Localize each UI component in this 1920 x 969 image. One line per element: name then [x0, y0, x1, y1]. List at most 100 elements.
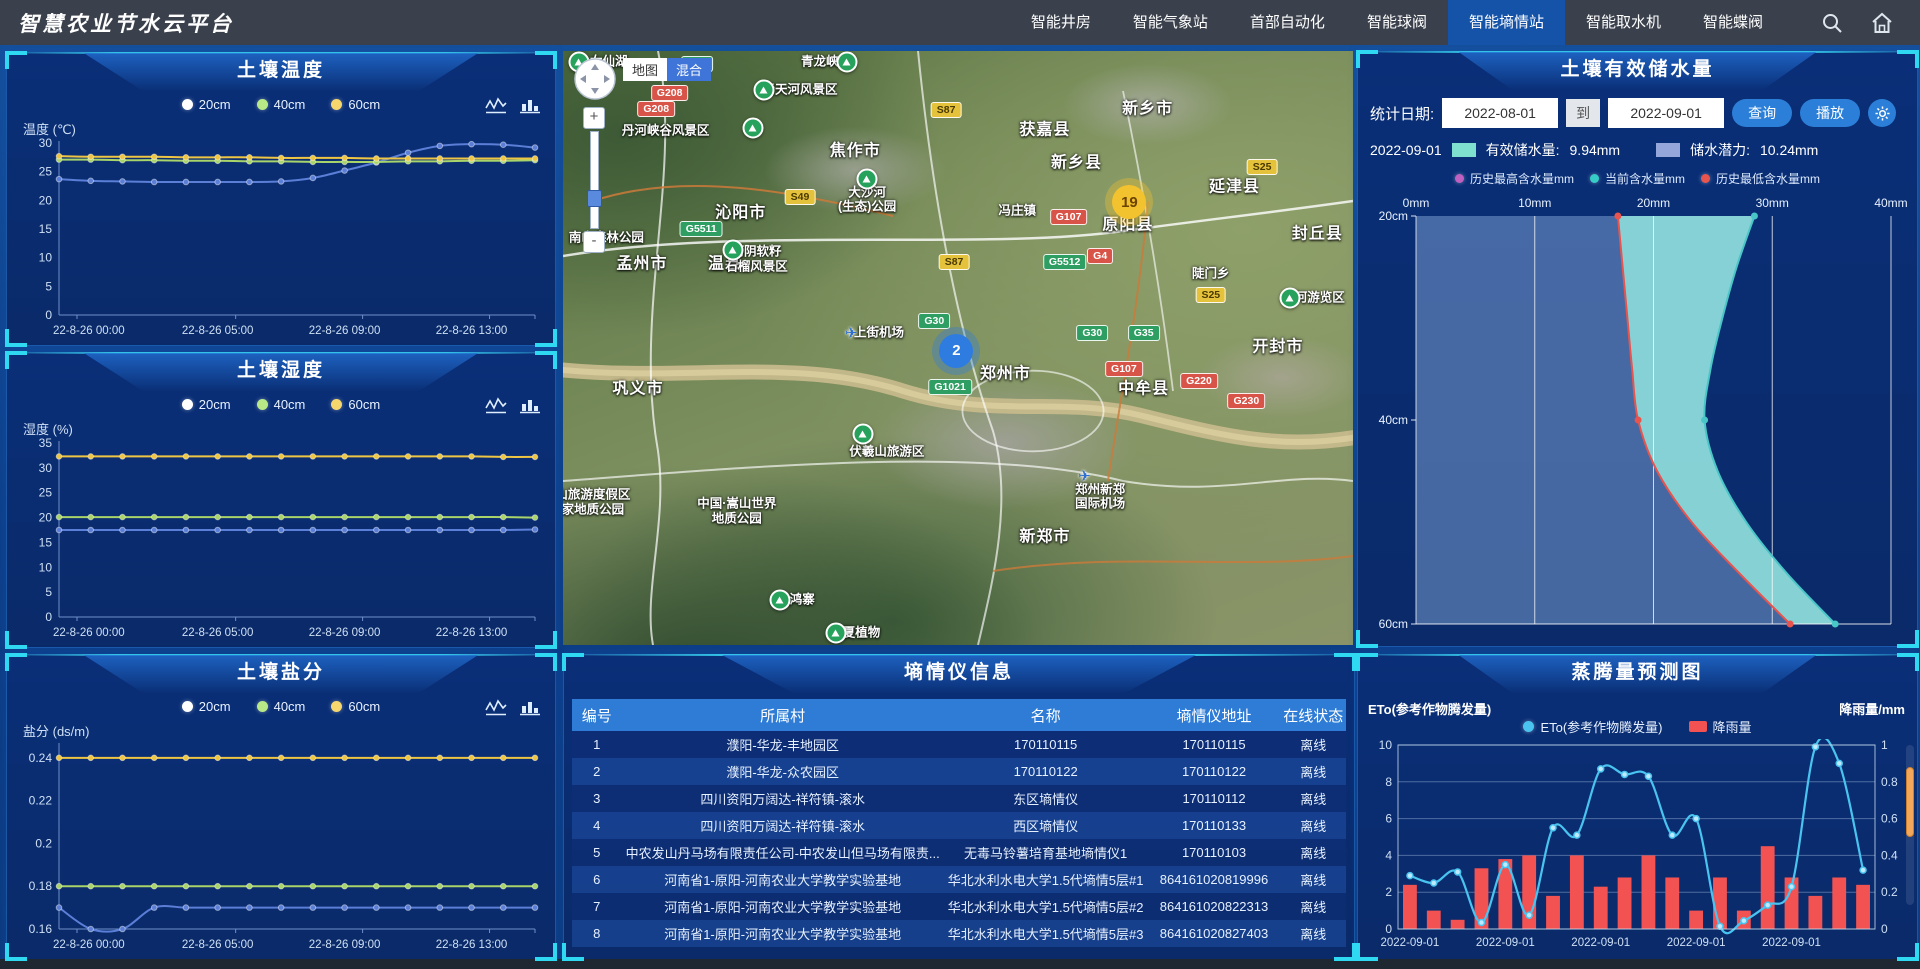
bar-chart-toggle-icon[interactable]	[519, 397, 541, 414]
eto-legend: ETo(参考作物腾发量) 降雨量	[1358, 717, 1917, 736]
svg-text:22-8-26 09:00: 22-8-26 09:00	[309, 627, 381, 639]
zoom-slider-track[interactable]	[590, 131, 599, 229]
play-button[interactable]: 播放	[1800, 99, 1860, 127]
line-chart-toggle-icon[interactable]	[485, 97, 507, 114]
legend-item-历史最低含水量mm[interactable]: 历史最低含水量mm	[1701, 170, 1820, 187]
station-map[interactable]: + - 地图 混合 焦作市新乡市沁阳市孟州市温县郑州市开封市新乡县延津县封丘县原…	[563, 51, 1353, 645]
legend-label: 20cm	[199, 397, 231, 412]
zoom-out-button[interactable]: -	[583, 231, 605, 253]
legend-item-历史最高含水量mm[interactable]: 历史最高含水量mm	[1455, 170, 1574, 187]
table-cell: 3	[572, 785, 622, 812]
legend-item-60cm[interactable]: 60cm	[331, 699, 380, 714]
stats-date: 2022-09-01	[1370, 142, 1442, 158]
soil-moisture-panel: 土壤湿度 20cm 40cm 60cm 湿度 (%) 051015202530352…	[6, 352, 556, 648]
y-axis-unit: 湿度 (%)	[23, 419, 73, 438]
svg-text:0.16: 0.16	[29, 922, 53, 936]
line-chart-toggle-icon[interactable]	[485, 397, 507, 414]
settings-button[interactable]	[1868, 99, 1896, 127]
nav-item-6[interactable]: 智能取水机	[1565, 0, 1682, 45]
svg-text:0.8: 0.8	[1881, 775, 1898, 789]
road-badge-G208: G208	[637, 101, 675, 117]
table-cell: 四川资阳万阔达-祥符镇-滚水	[622, 785, 944, 812]
table-cell: 离线	[1281, 866, 1346, 893]
map-pan-control[interactable]	[573, 57, 617, 101]
road-badge-S87: S87	[931, 102, 962, 118]
scenic-poi-marker[interactable]	[837, 51, 858, 72]
nav-item-2[interactable]: 智能气象站	[1112, 0, 1229, 45]
table-cell: 濮阳-华龙-丰地园区	[622, 731, 944, 758]
road-badge-G5512: G5512	[1043, 254, 1087, 270]
legend-item-60cm[interactable]: 60cm	[331, 97, 380, 112]
svg-text:8: 8	[1385, 775, 1392, 789]
topbar-icons	[1820, 11, 1894, 35]
scenic-poi-marker[interactable]	[770, 590, 791, 611]
moisture-legend: 20cm 40cm 60cm	[7, 397, 555, 412]
map-type-hybrid-button[interactable]: 混合	[667, 58, 711, 81]
nav-item-7[interactable]: 智能蝶阀	[1682, 0, 1784, 45]
storage-potential-label: 储水潜力:	[1690, 140, 1750, 160]
legend-item-40cm[interactable]: 40cm	[257, 699, 306, 714]
panel-header: 土壤有效储水量	[1459, 52, 1817, 90]
map-label-沁阳市: 沁阳市	[715, 205, 766, 224]
search-icon[interactable]	[1820, 11, 1844, 35]
query-button[interactable]: 查询	[1732, 99, 1792, 127]
station-cluster-2[interactable]: 2	[939, 334, 973, 368]
nav-item-5[interactable]: 智能墒情站	[1448, 0, 1565, 45]
end-date-input[interactable]	[1608, 98, 1724, 128]
scenic-poi-marker[interactable]	[722, 239, 743, 260]
line-chart-toggle-icon[interactable]	[485, 699, 507, 716]
zoom-in-button[interactable]: +	[583, 107, 605, 129]
map-label-中牟县: 中牟县	[1118, 380, 1169, 399]
bar-chart-toggle-icon[interactable]	[519, 699, 541, 716]
svg-text:22-8-26 13:00: 22-8-26 13:00	[436, 939, 508, 951]
svg-text:15: 15	[39, 222, 53, 236]
svg-text:10: 10	[39, 560, 53, 574]
home-icon[interactable]	[1870, 11, 1894, 35]
nav-item-3[interactable]: 首部自动化	[1229, 0, 1346, 45]
station-cluster-19[interactable]: 19	[1112, 185, 1146, 219]
legend-item-20cm[interactable]: 20cm	[182, 397, 231, 412]
y-axis-unit: 温度 (℃)	[23, 119, 76, 138]
soil-moisture-chart: 0510152025303522-8-26 00:0022-8-26 05:00…	[11, 435, 549, 643]
table-cell: 170110112	[1148, 785, 1281, 812]
legend-item-20cm[interactable]: 20cm	[182, 699, 231, 714]
table-cell: 河南省1-原阳-河南农业大学教学实验基地	[622, 866, 944, 893]
legend-item-20cm[interactable]: 20cm	[182, 97, 231, 112]
zoom-slider-handle[interactable]	[587, 190, 602, 207]
legend-item-40cm[interactable]: 40cm	[257, 397, 306, 412]
legend-dot	[257, 701, 268, 712]
bar-chart-toggle-icon[interactable]	[519, 97, 541, 114]
temperature-legend: 20cm 40cm 60cm	[7, 97, 555, 112]
table-cell: 1	[572, 731, 622, 758]
chart-scrollbar-handle[interactable]	[1906, 767, 1914, 837]
scenic-poi-marker[interactable]	[1279, 287, 1300, 308]
scenic-poi-marker[interactable]	[742, 118, 763, 139]
chart-type-toggles	[485, 699, 541, 716]
panel-title: 土壤湿度	[84, 353, 479, 389]
scenic-poi-marker[interactable]	[754, 79, 775, 100]
effective-storage-value: 9.94mm	[1570, 142, 1621, 158]
legend-item-eto[interactable]: ETo(参考作物腾发量)	[1523, 717, 1662, 736]
map-type-switch: 地图 混合	[623, 58, 711, 81]
eto-forecast-panel: 蒸腾量预测图 ETo(参考作物腾发量) 降雨量/mm ETo(参考作物腾发量)降…	[1357, 654, 1918, 960]
map-type-map-button[interactable]: 地图	[623, 58, 667, 81]
legend-item-rain[interactable]: 降雨量	[1689, 717, 1752, 736]
legend-dot	[1701, 174, 1710, 183]
scenic-poi-marker[interactable]	[853, 424, 874, 445]
svg-text:0.6: 0.6	[1881, 812, 1898, 826]
svg-text:5: 5	[45, 279, 52, 293]
map-label-冯庄镇: 冯庄镇	[998, 204, 1036, 219]
svg-text:2022-09-01: 2022-09-01	[1381, 937, 1440, 949]
legend-label: 历史最高含水量mm	[1470, 170, 1574, 187]
legend-item-40cm[interactable]: 40cm	[257, 97, 306, 112]
start-date-input[interactable]	[1442, 98, 1558, 128]
map-label-孟州市: 孟州市	[616, 255, 667, 274]
legend-item-60cm[interactable]: 60cm	[331, 397, 380, 412]
scenic-poi-marker[interactable]	[825, 623, 846, 644]
nav-item-4[interactable]: 智能球阀	[1346, 0, 1448, 45]
nav-item-1[interactable]: 智能井房	[1010, 0, 1112, 45]
scenic-poi-marker[interactable]	[857, 168, 878, 189]
map-label-伏羲山旅游区: 伏羲山旅游区	[849, 445, 924, 460]
panel-title: 墒情仪信息	[722, 655, 1196, 691]
legend-item-当前含水量mm[interactable]: 当前含水量mm	[1590, 170, 1685, 187]
